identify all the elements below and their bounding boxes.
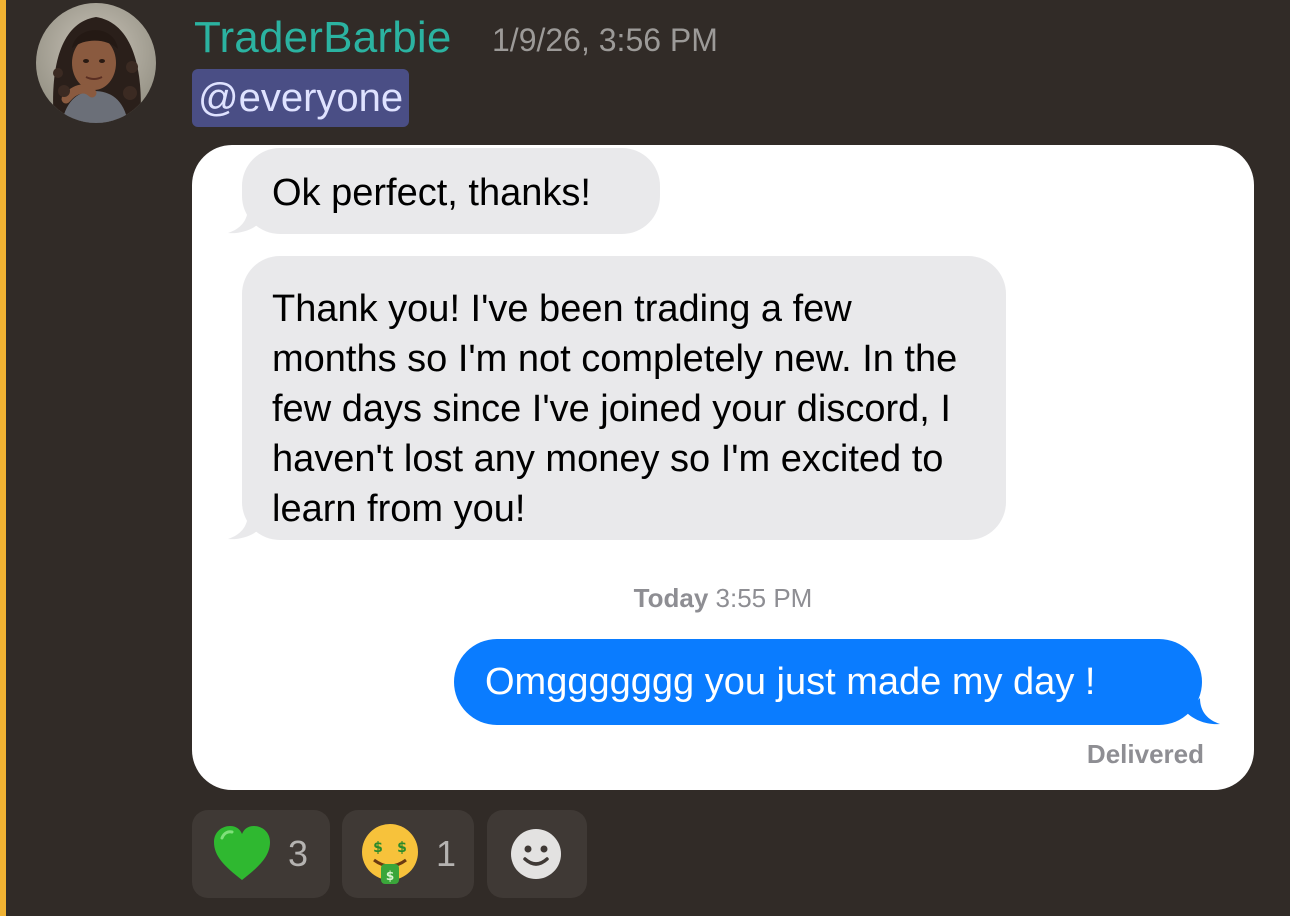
reaction-money-mouth[interactable]: $ $ $ 1 <box>342 810 474 898</box>
user-avatar[interactable] <box>36 3 156 123</box>
reaction-count: 3 <box>288 833 309 874</box>
add-reaction-button[interactable] <box>487 810 587 898</box>
money-mouth-face-icon: $ $ $ <box>362 824 418 884</box>
svg-text:$: $ <box>397 840 407 856</box>
svg-text:$: $ <box>386 869 394 883</box>
mention-highlight-bar <box>0 0 6 916</box>
message-author[interactable]: TraderBarbie <box>194 10 452 66</box>
green-heart-icon <box>214 826 270 880</box>
add-reaction-icon <box>511 829 561 879</box>
everyone-mention[interactable]: @everyone <box>192 69 410 127</box>
delivery-status: Delivered <box>1086 739 1204 769</box>
reaction-green-heart[interactable]: 3 <box>192 810 330 898</box>
time-clock-label: 3:55 PM <box>715 583 813 613</box>
message-time-separator: Today 3:55 PM <box>192 583 1254 614</box>
attached-screenshot[interactable]: Ok perfect, thanks! Thank you! I've been… <box>192 145 1254 790</box>
message-timestamp: 1/9/26, 3:56 PM <box>492 22 718 58</box>
received-message-bubble: Thank you! I've been trading a few month… <box>242 256 1006 540</box>
received-message-bubble: Ok perfect, thanks! <box>242 148 660 234</box>
reaction-count: 1 <box>436 833 457 874</box>
svg-text:$: $ <box>373 840 383 856</box>
time-day-label: Today <box>633 583 709 613</box>
sent-message-bubble: Omggggggg you just made my day ! <box>454 639 1202 725</box>
avatar-photo-icon <box>36 3 156 123</box>
